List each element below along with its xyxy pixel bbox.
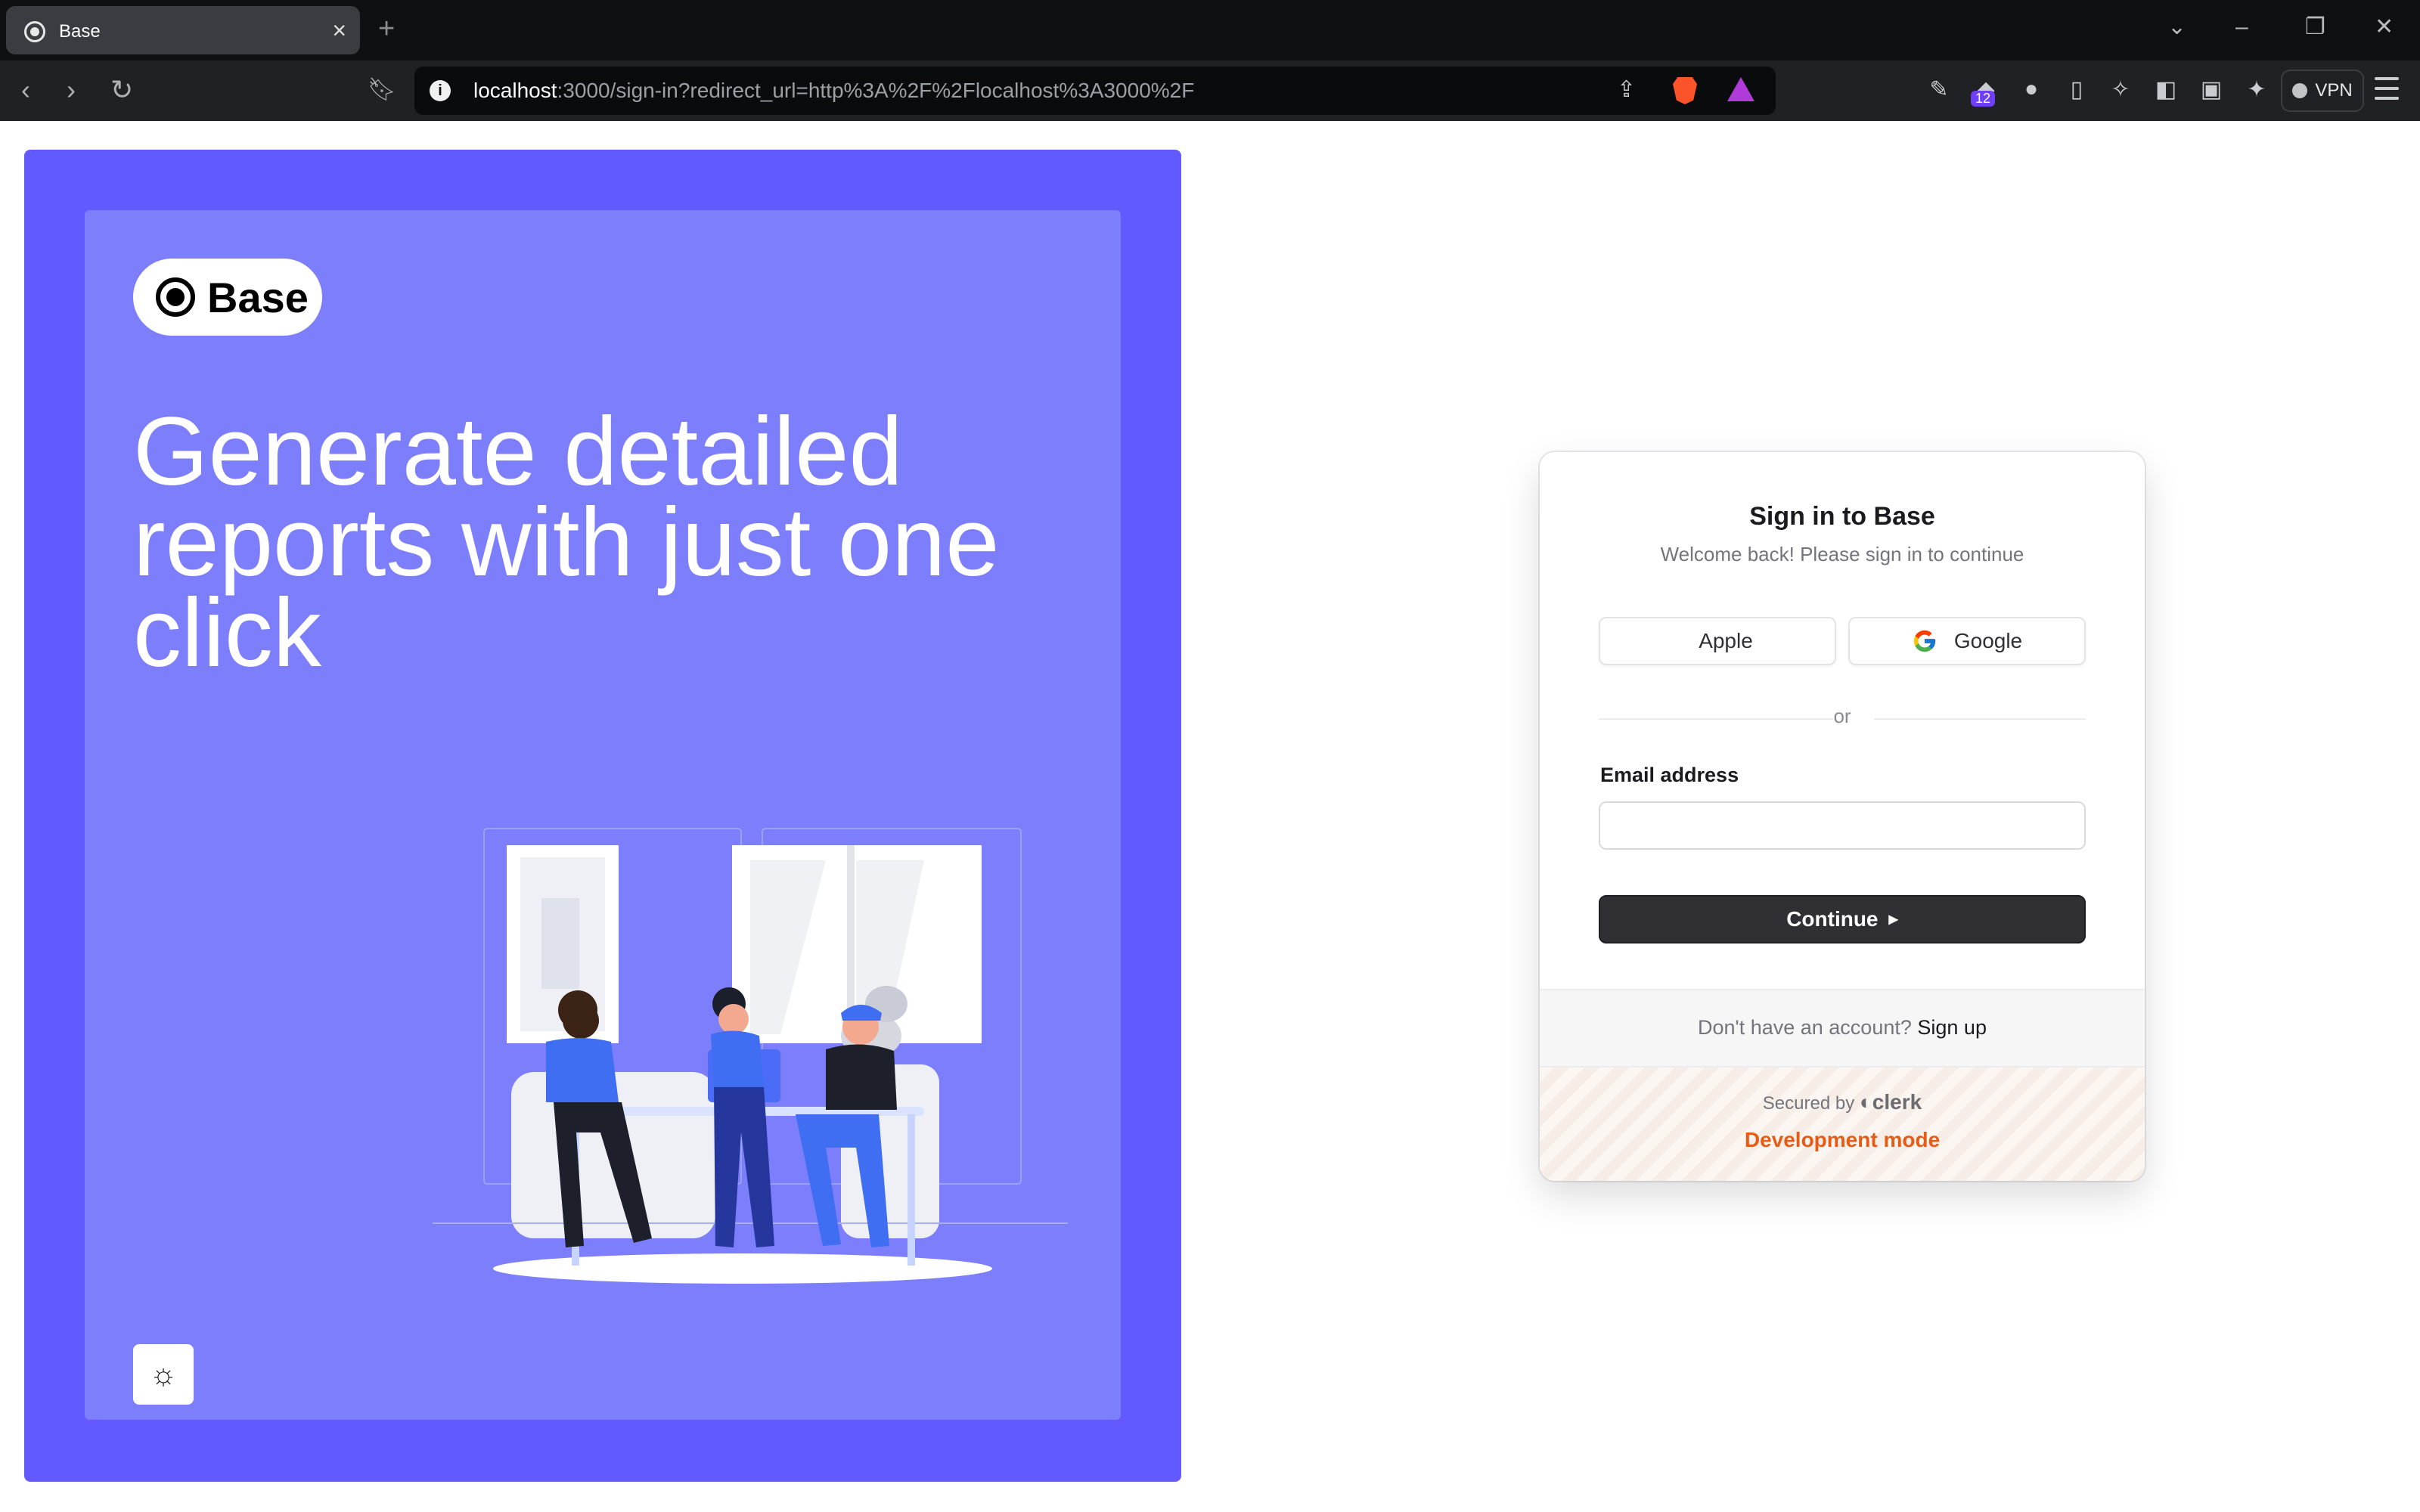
apple-button-label: Apple	[1699, 629, 1753, 652]
color-picker-extension-icon[interactable]: ✎	[1925, 76, 1953, 103]
marketing-headline: Generate detailed reports with just one …	[133, 398, 1000, 687]
brave-shields-icon[interactable]	[1673, 77, 1697, 104]
share-icon[interactable]: ⇪	[1617, 77, 1643, 103]
email-label: Email address	[1600, 764, 1739, 786]
no-account-text: Don't have an account?	[1698, 1016, 1912, 1039]
apple-sign-in-button[interactable]: Apple	[1599, 617, 1836, 665]
signup-row: Don't have an account? Sign up	[1540, 1016, 2145, 1040]
clerk-logo[interactable]: ◐clerk	[1860, 1090, 1922, 1114]
marketing-inner-card: Base Generate detailed reports with just…	[85, 210, 1121, 1420]
forward-icon[interactable]: ›	[67, 73, 76, 107]
secured-by-text: Secured by	[1762, 1093, 1855, 1114]
sign-in-title: Sign in to Base	[1749, 502, 1935, 531]
new-tab-icon[interactable]: +	[378, 11, 395, 47]
browser-tab-strip: Base × + ⌄ – ❐ ✕	[0, 0, 2420, 60]
restore-icon[interactable]: ❐	[2305, 12, 2325, 42]
card-footer: Don't have an account? Sign up Secured b…	[1540, 989, 2145, 1181]
minimize-icon[interactable]: –	[2235, 12, 2248, 42]
google-button-label: Google	[1953, 629, 2023, 652]
extensions-puzzle-icon[interactable]: ✧	[2107, 76, 2134, 103]
vpn-button[interactable]: VPN	[2281, 70, 2364, 112]
reload-icon[interactable]: ↻	[110, 73, 133, 107]
development-banner: Secured by ◐clerk Development mode	[1540, 1066, 2145, 1181]
clipboard-extension-icon[interactable]: ▯	[2063, 76, 2090, 103]
base-favicon-icon	[24, 21, 45, 42]
leo-ai-icon[interactable]: ✦	[2243, 76, 2270, 103]
menu-icon[interactable]	[2375, 77, 2399, 100]
back-icon[interactable]: ‹	[21, 73, 30, 107]
development-mode-label: Development mode	[1744, 1128, 1941, 1151]
continue-button-label: Continue	[1786, 907, 1879, 931]
tab-close-icon[interactable]: ×	[332, 17, 346, 44]
cookie-extension-icon[interactable]: ●	[2018, 76, 2045, 103]
sign-up-link[interactable]: Sign up	[1917, 1016, 1987, 1039]
url-text[interactable]: localhost:3000/sign-in?redirect_url=http…	[473, 79, 1194, 103]
sidebar-toggle-icon[interactable]: ◧	[2152, 76, 2180, 103]
vpn-status-icon	[2292, 83, 2308, 98]
close-window-icon[interactable]: ✕	[2375, 12, 2394, 42]
marketing-panel: Base Generate detailed reports with just…	[24, 150, 1181, 1482]
base-logo-icon	[156, 277, 195, 317]
play-arrow-icon: ▶	[1888, 913, 1898, 926]
theme-toggle-sun-icon[interactable]: ☼	[133, 1344, 194, 1405]
sign-in-card: Sign in to Base Welcome back! Please sig…	[1540, 452, 2145, 1181]
tab-title: Base	[59, 21, 101, 42]
bookmark-icon[interactable]: 🔖︎	[368, 73, 396, 107]
secured-by-row: Secured by ◐clerk	[1540, 1090, 2145, 1114]
continue-button[interactable]: Continue ▶	[1599, 895, 2086, 943]
tab-search-chevron-icon[interactable]: ⌄	[2167, 12, 2186, 42]
sign-in-subtitle: Welcome back! Please sign in to continue	[1660, 543, 2024, 565]
wallet-icon[interactable]: ▣	[2198, 76, 2225, 103]
address-bar[interactable]: i localhost:3000/sign-in?redirect_url=ht…	[414, 67, 1776, 115]
google-icon	[1913, 630, 1936, 652]
extension-badge: 12	[1971, 91, 1996, 107]
brave-rewards-icon[interactable]	[1727, 77, 1754, 101]
google-sign-in-button[interactable]: Google	[1848, 617, 2086, 665]
site-info-icon[interactable]: i	[430, 80, 451, 101]
brand-logo-text: Base	[207, 273, 309, 321]
clerk-logo-icon: ◐	[1859, 1090, 1872, 1114]
browser-tab[interactable]: Base ×	[6, 6, 360, 54]
brand-logo: Base	[133, 259, 322, 336]
or-divider: or	[1540, 703, 2145, 733]
clerk-logo-text: clerk	[1872, 1090, 1922, 1114]
email-field[interactable]	[1599, 801, 2086, 850]
divider-text: or	[1833, 705, 1851, 727]
team-illustration	[433, 828, 1068, 1284]
